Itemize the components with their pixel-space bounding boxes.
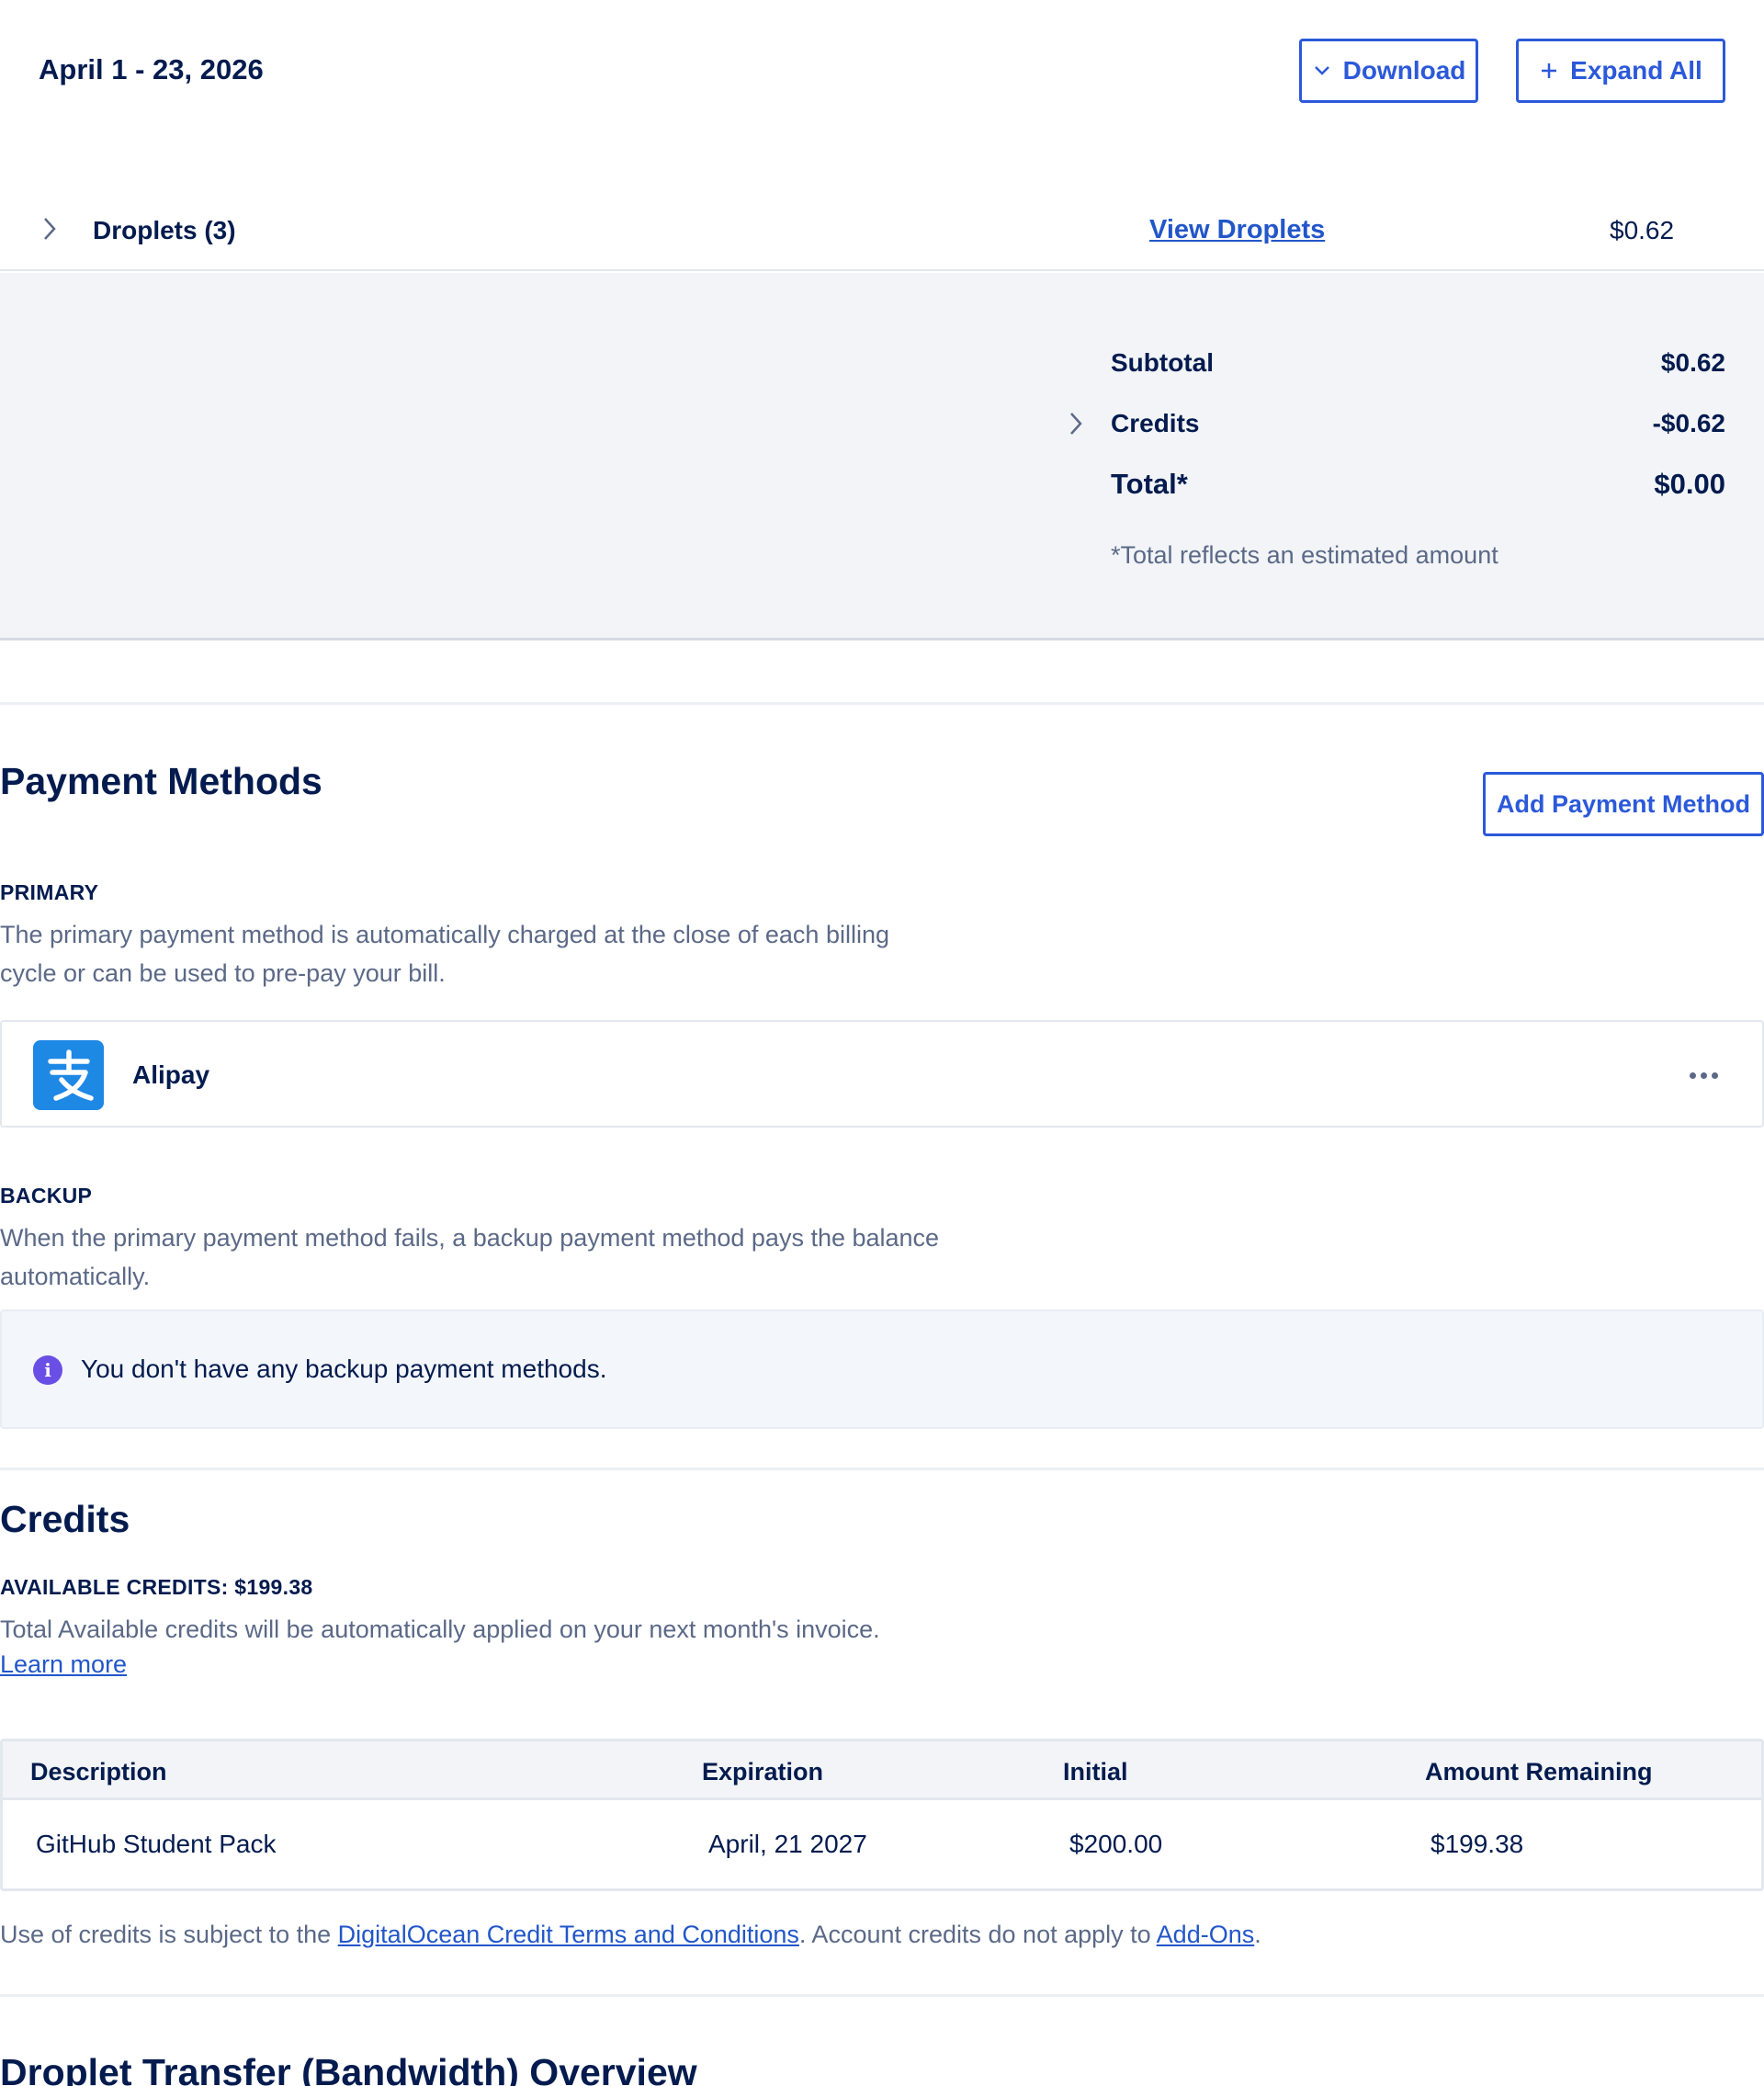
section-divider <box>0 1468 1764 1470</box>
droplets-label: Droplets (3) <box>93 216 236 244</box>
plus-icon <box>1539 61 1559 81</box>
column-header: Description <box>30 1758 167 1786</box>
primary-heading: PRIMARY <box>0 880 99 904</box>
dot <box>1689 1071 1696 1079</box>
chevron-right-icon[interactable] <box>37 216 62 242</box>
subtotal-value: $0.62 <box>1660 348 1725 377</box>
alipay-logo-icon <box>33 1040 104 1110</box>
backup-empty-message: You don't have any backup payment method… <box>81 1355 607 1383</box>
total-value: $0.00 <box>1654 468 1725 500</box>
subtotal-label: Subtotal <box>1111 348 1214 377</box>
primary-help-line: The primary payment method is automatica… <box>0 921 889 948</box>
column-header: Expiration <box>702 1758 824 1786</box>
estimate-note: *Total reflects an estimated amount <box>1111 541 1498 569</box>
primary-payment-method-card: Alipay <box>0 1020 1764 1128</box>
expand-all-button-label: Expand All <box>1570 56 1702 85</box>
table-cell: GitHub Student Pack <box>36 1830 277 1858</box>
backup-help-line: When the primary payment method fails, a… <box>0 1224 940 1252</box>
backup-empty-notice: i You don't have any backup payment meth… <box>0 1309 1764 1429</box>
payment-method-name: Alipay <box>132 1060 210 1089</box>
section-divider <box>0 1994 1764 1997</box>
add-ons-link[interactable]: Add-Ons <box>1157 1921 1255 1948</box>
droplets-amount: $0.62 <box>1610 216 1675 244</box>
table-cell: April, 21 2027 <box>708 1830 867 1858</box>
section-divider <box>0 702 1764 705</box>
expand-all-button[interactable]: Expand All <box>1516 39 1725 103</box>
column-header: Amount Remaining <box>1425 1758 1653 1786</box>
add-payment-method-button[interactable]: Add Payment Method <box>1483 772 1764 836</box>
bandwidth-overview-title: Droplet Transfer (Bandwidth) Overview <box>0 2051 697 2086</box>
credits-help-text: Total Available credits will be automati… <box>0 1616 880 1643</box>
dot <box>1711 1071 1718 1079</box>
terms-suffix: . <box>1254 1921 1261 1948</box>
terms-prefix: Use of credits is subject to the <box>0 1921 338 1948</box>
credits-summary-value: -$0.62 <box>1652 409 1725 437</box>
total-label: Total* <box>1111 468 1188 500</box>
droplets-line-item[interactable]: Droplets (3) View Droplets $0.62 <box>0 188 1764 271</box>
billing-period-title: April 1 - 23, 2026 <box>39 53 264 85</box>
backup-help-line: automatically. <box>0 1263 151 1290</box>
chevron-right-icon[interactable] <box>1064 411 1088 436</box>
backup-heading: BACKUP <box>0 1184 93 1207</box>
primary-help-text: The primary payment method is automatica… <box>0 915 889 992</box>
table-header-row: Description Expiration Initial Amount Re… <box>3 1741 1761 1800</box>
dot <box>1700 1071 1707 1079</box>
table-cell: $199.38 <box>1430 1830 1524 1858</box>
download-button-label: Download <box>1342 56 1466 85</box>
credits-table: Description Expiration Initial Amount Re… <box>0 1739 1764 1891</box>
chevron-down-icon <box>1312 61 1332 81</box>
credits-summary-label: Credits <box>1111 409 1200 437</box>
learn-more-link[interactable]: Learn more <box>0 1650 127 1679</box>
terms-middle: . Account credits do not apply to <box>798 1921 1157 1948</box>
view-droplets-link[interactable]: View Droplets <box>1149 215 1325 245</box>
more-options-icon[interactable] <box>1685 1059 1722 1092</box>
info-icon: i <box>33 1355 62 1385</box>
column-header: Initial <box>1063 1758 1128 1786</box>
table-cell: $200.00 <box>1069 1830 1163 1858</box>
credit-terms-link[interactable]: DigitalOcean Credit Terms and Conditions <box>338 1921 799 1948</box>
available-credits-label: AVAILABLE CREDITS: $199.38 <box>0 1575 313 1599</box>
invoice-summary-panel: Subtotal $0.62 Credits -$0.62 Total* $0.… <box>0 273 1764 641</box>
credits-title: Credits <box>0 1498 130 1540</box>
download-button[interactable]: Download <box>1299 39 1478 103</box>
credit-terms-text: Use of credits is subject to the Digital… <box>0 1921 1261 1949</box>
backup-help-text: When the primary payment method fails, a… <box>0 1219 939 1296</box>
primary-help-line: cycle or can be used to pre-pay your bil… <box>0 959 446 987</box>
payment-methods-title: Payment Methods <box>0 760 322 802</box>
